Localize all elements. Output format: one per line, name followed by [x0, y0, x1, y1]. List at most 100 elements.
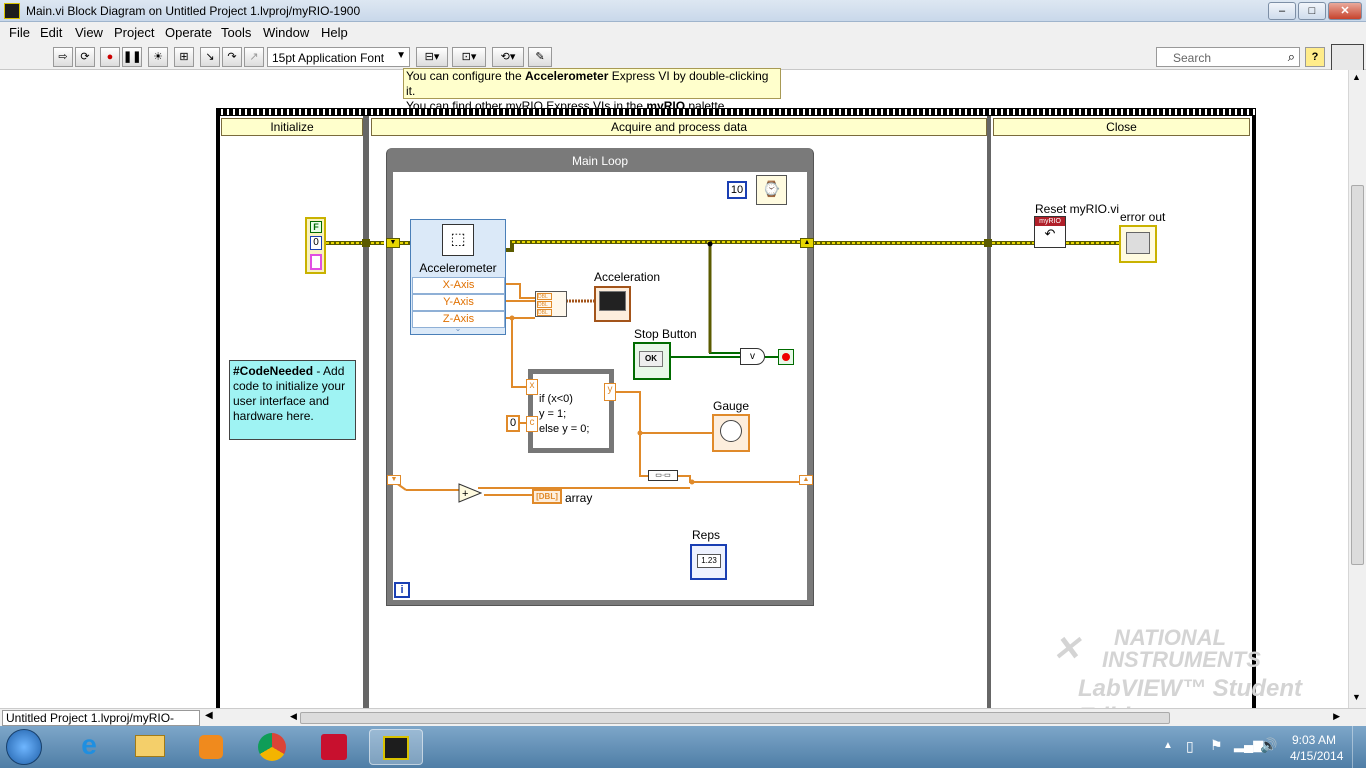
project-context[interactable]: Untitled Project 1.lvproj/myRIO-1900: [2, 710, 200, 739]
device-icon[interactable]: ▯: [1186, 738, 1194, 755]
array-shift-register-in[interactable]: ▼: [387, 475, 401, 485]
network-icon[interactable]: ▂▄▆: [1234, 737, 1263, 753]
graph-icon: [599, 291, 626, 311]
menu-window[interactable]: Window: [263, 25, 309, 40]
acceleration-label: Acceleration: [594, 270, 661, 284]
menu-help[interactable]: Help: [321, 25, 348, 40]
chrome-icon[interactable]: [245, 729, 299, 765]
formula-line-1: if (x<0): [539, 393, 573, 405]
array-shift-register-out[interactable]: ▲: [799, 475, 813, 485]
acrobat-icon[interactable]: [307, 729, 361, 765]
myrio-tag: myRIO: [1035, 217, 1065, 226]
loop-condition-terminal[interactable]: [778, 349, 794, 365]
scroll-right-icon[interactable]: ▶: [1333, 711, 1340, 722]
menu-tools[interactable]: Tools: [221, 25, 251, 40]
reset-myrio-subvi[interactable]: myRIO ↶: [1034, 216, 1066, 248]
context-arrow-icon[interactable]: ◀: [205, 710, 213, 721]
abort-icon[interactable]: ●: [100, 47, 120, 67]
reps-terminal[interactable]: 1.23: [690, 544, 727, 580]
font-dropdown[interactable]: 15pt Application Font ▼: [267, 47, 410, 67]
search-field[interactable]: Search ⌕: [1156, 47, 1300, 67]
error-shift-register-out[interactable]: ▲: [800, 238, 814, 248]
formula-input-c[interactable]: c: [526, 416, 538, 432]
scroll-up-icon[interactable]: ▲: [1352, 72, 1361, 82]
error-wire: [326, 240, 1120, 252]
stop-button-label: Stop Button: [634, 327, 697, 341]
formula-line-3: else y = 0;: [539, 423, 590, 435]
svg-text:+: +: [462, 488, 468, 500]
gauge-label: Gauge: [713, 399, 750, 413]
menu-project[interactable]: Project: [114, 25, 154, 40]
clean-up-diagram-icon[interactable]: ✎: [528, 47, 552, 67]
or-function-icon[interactable]: v: [740, 348, 765, 365]
file-explorer-icon[interactable]: [123, 729, 177, 765]
start-button-icon[interactable]: [6, 729, 42, 765]
reset-icon: ↶: [1044, 226, 1056, 241]
title-bar: Main.vi Block Diagram on Untitled Projec…: [0, 0, 1366, 22]
build-array-node[interactable]: DBL DBL DBL: [535, 291, 567, 317]
volume-icon[interactable]: 🔊: [1260, 737, 1277, 754]
show-desktop-button[interactable]: [1352, 726, 1366, 768]
run-continuously-icon[interactable]: ⟳: [75, 47, 95, 67]
stop-button-terminal[interactable]: OK: [633, 342, 671, 380]
error-tunnel-in[interactable]: ▼: [386, 238, 400, 248]
step-into-icon[interactable]: ↘: [200, 47, 220, 67]
error-out-label: error out: [1120, 210, 1166, 224]
menu-view[interactable]: View: [75, 25, 103, 40]
step-out-icon[interactable]: ↗: [244, 47, 264, 67]
internet-explorer-icon[interactable]: e: [62, 729, 116, 765]
taskbar: e ▲ ▯ ⚑ ▂▄▆ 🔊 9:03 AM 4/15/2014: [0, 726, 1366, 768]
x-axis-wire: [506, 283, 535, 299]
clock-time[interactable]: 9:03 AM: [1292, 733, 1336, 747]
search-input-placeholder: Search: [1173, 51, 1212, 65]
menu-file[interactable]: File: [9, 25, 30, 40]
array-indicator-terminal[interactable]: [DBL]: [532, 489, 562, 504]
formula-input-x[interactable]: x: [526, 379, 538, 395]
menu-edit[interactable]: Edit: [40, 25, 62, 40]
clock-date[interactable]: 4/15/2014: [1290, 749, 1343, 763]
acceleration-graph-terminal[interactable]: [594, 286, 631, 322]
labview-app-icon: [4, 3, 20, 19]
window-title: Main.vi Block Diagram on Untitled Projec…: [26, 4, 361, 18]
gauge-dial-icon: [720, 420, 742, 442]
reorder-icon[interactable]: ⟲▾: [492, 47, 524, 67]
scroll-left-icon[interactable]: ◀: [290, 711, 297, 722]
reps-label: Reps: [692, 528, 721, 542]
menu-operate[interactable]: Operate: [165, 25, 212, 40]
horizontal-scroll-thumb[interactable]: [300, 712, 1170, 724]
scroll-down-icon[interactable]: ▼: [1352, 692, 1361, 702]
formula-c-constant[interactable]: 0: [506, 415, 520, 432]
horizontal-scrollbar[interactable]: ◀ ▶: [290, 711, 1340, 725]
step-over-icon[interactable]: ↷: [222, 47, 242, 67]
distribute-objects-icon[interactable]: ⊡▾: [452, 47, 486, 67]
align-objects-icon[interactable]: ⊟▾: [416, 47, 448, 67]
error-out-terminal[interactable]: [1119, 225, 1157, 263]
highlight-execution-icon[interactable]: ☀: [148, 47, 168, 67]
formula-node[interactable]: if (x<0) y = 1; else y = 0;: [528, 369, 614, 453]
context-help-button[interactable]: ?: [1305, 47, 1325, 67]
minimize-button[interactable]: –: [1268, 2, 1296, 20]
formula-output-y[interactable]: y: [604, 383, 616, 401]
vertical-scroll-thumb[interactable]: [1351, 185, 1364, 565]
ni-logo-icon: ✕: [1052, 630, 1081, 668]
font-dropdown-value: 15pt Application Font: [272, 51, 385, 65]
search-icon[interactable]: ⌕: [1288, 49, 1295, 65]
menu-bar: File Edit View Project Operate Tools Win…: [0, 22, 1366, 43]
show-hidden-icons[interactable]: ▲: [1163, 740, 1173, 751]
insert-into-array-node[interactable]: ▭·▭: [648, 470, 678, 481]
sequence-tunnel-right: [984, 239, 992, 247]
media-player-icon[interactable]: [184, 729, 238, 765]
gauge-terminal[interactable]: [712, 414, 750, 452]
flag-icon[interactable]: ⚑: [1210, 737, 1223, 754]
stop-ok-indicator: OK: [639, 351, 663, 367]
vertical-scrollbar[interactable]: ▲ ▼: [1348, 70, 1366, 708]
close-button[interactable]: ✕: [1328, 2, 1362, 20]
formula-line-2: y = 1;: [539, 408, 567, 420]
labview-taskbar-icon[interactable]: [369, 729, 423, 765]
run-arrow-icon[interactable]: ⇨: [53, 47, 73, 67]
retain-wire-values-icon[interactable]: ⊞: [174, 47, 194, 67]
maximize-button[interactable]: □: [1298, 2, 1326, 20]
block-diagram-canvas[interactable]: You can configure the Accelerometer Expr…: [0, 68, 1348, 730]
pause-icon[interactable]: ❚❚: [122, 47, 142, 67]
add-function-icon[interactable]: +: [458, 483, 483, 503]
